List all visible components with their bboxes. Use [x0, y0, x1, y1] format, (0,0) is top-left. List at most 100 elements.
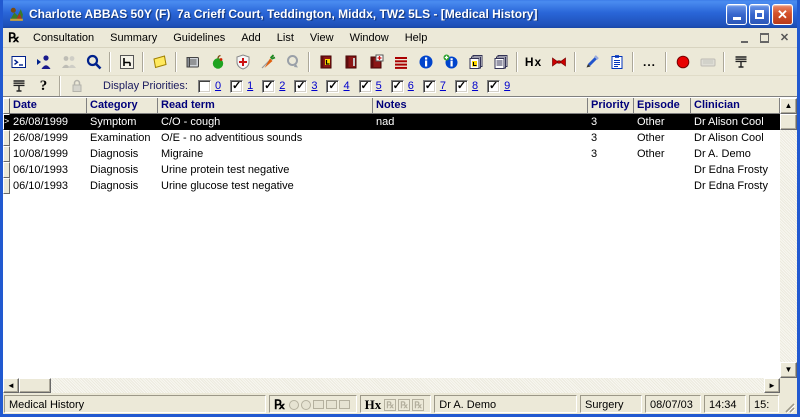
test-rack-button-2[interactable]: [6, 77, 31, 96]
priority-1-link[interactable]: 1: [247, 80, 253, 92]
xray-button[interactable]: [546, 50, 571, 74]
history-button[interactable]: Hx: [521, 50, 546, 74]
bp-loop-button[interactable]: [280, 50, 305, 74]
table-row[interactable]: 10/08/1999 Diagnosis Migraine 3 Other Dr…: [3, 146, 780, 162]
table-row[interactable]: 26/08/1999 Examination O/E - no adventit…: [3, 130, 780, 146]
table-row[interactable]: 06/10/1993 Diagnosis Urine glucose test …: [3, 178, 780, 194]
priority-2-checkbox[interactable]: ✓: [262, 80, 275, 93]
mdi-minimize-button[interactable]: [736, 30, 753, 45]
horizontal-scroll-track[interactable]: [51, 378, 764, 393]
consultation-button[interactable]: [114, 50, 139, 74]
priority-6-checkbox[interactable]: ✓: [391, 80, 404, 93]
resize-grip[interactable]: [782, 395, 796, 413]
menu-guidelines[interactable]: Guidelines: [165, 30, 233, 46]
priority-5-checkbox[interactable]: ✓: [359, 80, 372, 93]
rx-state-circle-icon: [289, 400, 299, 410]
red-book-add-button[interactable]: [363, 50, 388, 74]
priority-2-link[interactable]: 2: [279, 80, 285, 92]
menu-consultation[interactable]: Consultation: [25, 30, 102, 46]
priority-4-link[interactable]: 4: [343, 80, 349, 92]
application-window: Charlotte ABBAS 50Y (F) 7a Crieff Court,…: [0, 0, 800, 417]
vertical-scroll-thumb[interactable]: [780, 114, 797, 130]
select-patient-button[interactable]: [31, 50, 56, 74]
cell-priority: 3: [588, 146, 634, 162]
priority-0-link[interactable]: 0: [215, 80, 221, 92]
menu-window[interactable]: Window: [342, 30, 397, 46]
info-button[interactable]: [413, 50, 438, 74]
priority-9-link[interactable]: 9: [504, 80, 510, 92]
priorities-toolbar: ? Display Priorities: 0 ✓1 ✓2 ✓3 ✓4 ✓5 ✓…: [3, 76, 797, 97]
priority-1-checkbox[interactable]: ✓: [230, 80, 243, 93]
red-book-button[interactable]: [338, 50, 363, 74]
menu-list[interactable]: List: [269, 30, 302, 46]
column-header-category[interactable]: Category: [87, 98, 158, 114]
record-button[interactable]: [670, 50, 695, 74]
table-row[interactable]: > 26/08/1999 Symptom C/O - cough nad 3 O…: [3, 114, 780, 130]
priority-9-checkbox[interactable]: ✓: [487, 80, 500, 93]
menu-summary[interactable]: Summary: [102, 30, 165, 46]
ledger-button[interactable]: [313, 50, 338, 74]
menu-add[interactable]: Add: [233, 30, 269, 46]
mdi-restore-button[interactable]: [756, 30, 773, 45]
column-header-date[interactable]: Date: [10, 98, 87, 114]
priority-7-link[interactable]: 7: [440, 80, 446, 92]
form-button[interactable]: [604, 50, 629, 74]
priority-0-checkbox[interactable]: [198, 80, 211, 93]
minimize-button[interactable]: [726, 4, 747, 25]
scroll-up-icon[interactable]: ▲: [780, 98, 797, 114]
close-button[interactable]: ✕: [772, 4, 793, 25]
row-selector[interactable]: [3, 130, 10, 146]
vertical-scrollbar[interactable]: ▲ ▼: [780, 98, 797, 393]
mdi-close-button[interactable]: ✕: [776, 30, 793, 45]
patient-search-button[interactable]: [81, 50, 106, 74]
scroll-left-icon[interactable]: ◄: [3, 378, 19, 393]
rx-system-menu-icon[interactable]: ℞: [3, 30, 25, 46]
priority-3-link[interactable]: 3: [311, 80, 317, 92]
journal-button[interactable]: [180, 50, 205, 74]
priority-6: ✓6: [391, 80, 414, 93]
column-header-clinician[interactable]: Clinician: [691, 98, 780, 114]
row-selector[interactable]: [3, 162, 10, 178]
scroll-right-icon[interactable]: ►: [764, 378, 780, 393]
priority-5-link[interactable]: 5: [376, 80, 382, 92]
note-button[interactable]: [147, 50, 172, 74]
cell-category: Diagnosis: [87, 178, 158, 194]
row-selector[interactable]: >: [3, 114, 10, 130]
priority-6-link[interactable]: 6: [408, 80, 414, 92]
test-rack-button[interactable]: [728, 50, 753, 74]
horizontal-scroll-thumb[interactable]: [19, 378, 51, 393]
scroll-down-icon[interactable]: ▼: [780, 362, 797, 378]
pages-ledger-button[interactable]: [463, 50, 488, 74]
row-selector[interactable]: [3, 178, 10, 194]
maximize-button[interactable]: [749, 4, 770, 25]
priority-7-checkbox[interactable]: ✓: [423, 80, 436, 93]
prompt-window-button[interactable]: [6, 50, 31, 74]
immunisation-button[interactable]: [230, 50, 255, 74]
priority-3-checkbox[interactable]: ✓: [294, 80, 307, 93]
column-header-episode[interactable]: Episode: [634, 98, 691, 114]
row-selector[interactable]: [3, 146, 10, 162]
priority-8-checkbox[interactable]: ✓: [455, 80, 468, 93]
lifestyle-button[interactable]: [205, 50, 230, 74]
info-add-button[interactable]: [438, 50, 463, 74]
prescription-button[interactable]: [579, 50, 604, 74]
pages-list-button[interactable]: [488, 50, 513, 74]
red-list-button[interactable]: [388, 50, 413, 74]
column-header-notes[interactable]: Notes: [373, 98, 588, 114]
menu-help[interactable]: Help: [397, 30, 436, 46]
help-button[interactable]: ?: [31, 77, 56, 96]
lock-button[interactable]: [64, 77, 89, 96]
patient-group-button[interactable]: [56, 50, 81, 74]
column-header-priority[interactable]: Priority: [588, 98, 634, 114]
priority-8-link[interactable]: 8: [472, 80, 478, 92]
horizontal-scrollbar[interactable]: ◄ ►: [3, 378, 780, 393]
priority-4-checkbox[interactable]: ✓: [326, 80, 339, 93]
keyboard-button[interactable]: [695, 50, 720, 74]
diet-button[interactable]: [255, 50, 280, 74]
column-header-read-term[interactable]: Read term: [158, 98, 373, 114]
menu-bar: ℞ Consultation Summary Guidelines Add Li…: [3, 28, 797, 48]
menu-view[interactable]: View: [302, 30, 342, 46]
table-row[interactable]: 06/10/1993 Diagnosis Urine protein test …: [3, 162, 780, 178]
vertical-scroll-track[interactable]: [780, 130, 797, 362]
more-button[interactable]: ...: [637, 50, 662, 74]
